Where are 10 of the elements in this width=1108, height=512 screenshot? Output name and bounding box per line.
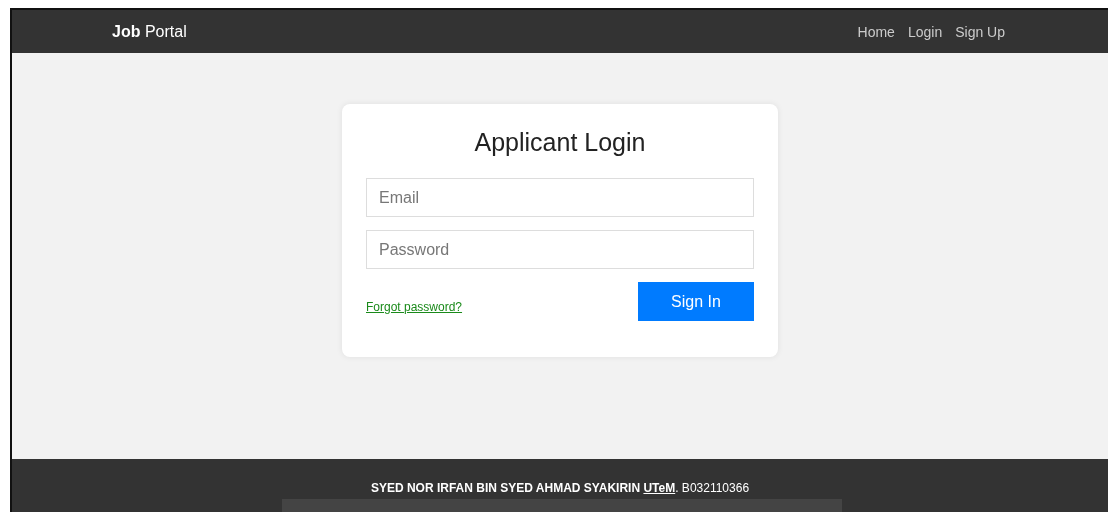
brand-logo[interactable]: Job Portal	[112, 22, 845, 41]
password-field[interactable]: Password	[366, 230, 754, 269]
nav-link[interactable]: Sign Up	[955, 23, 1005, 40]
nav-link[interactable]: Login	[907, 23, 943, 40]
sign-in-button[interactable]: Sign In	[638, 282, 754, 321]
forgot-password-link[interactable]: Forgot password?	[366, 300, 463, 314]
footer-credit: SYED NOR IRFAN BIN SYED AHMAD SYAKIRIN UTeM. B032110366	[370, 481, 750, 495]
email-field[interactable]: Email	[366, 178, 754, 217]
login-title: Applicant Login	[473, 128, 647, 157]
nav-link[interactable]: Home	[857, 23, 895, 40]
